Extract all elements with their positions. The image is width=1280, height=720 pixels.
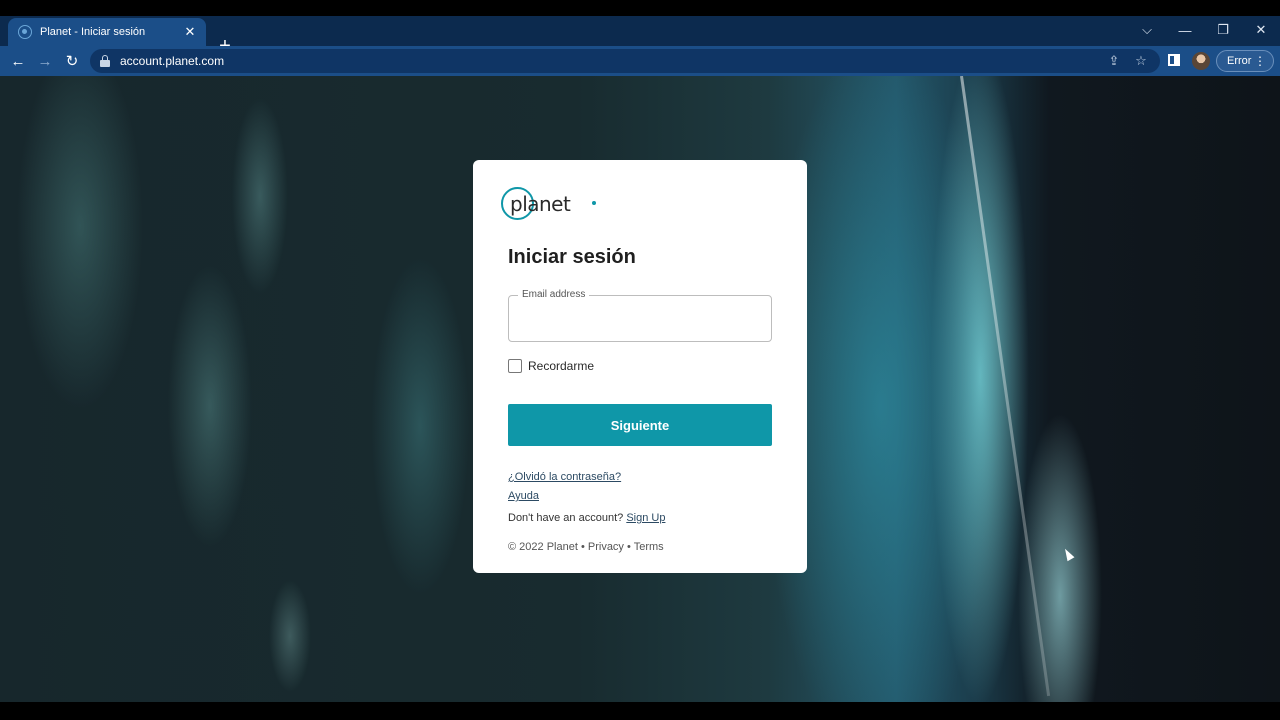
reload-button[interactable]: ↻ xyxy=(61,50,83,72)
tab-planet[interactable]: Planet - Iniciar sesión ✕ xyxy=(8,18,206,46)
lock-icon[interactable] xyxy=(100,55,110,67)
page-title: Iniciar sesión xyxy=(508,246,636,268)
help-link[interactable]: Ayuda xyxy=(508,490,539,502)
login-card: planet Iniciar sesión Email address Reco… xyxy=(473,160,807,573)
planet-logo: planet xyxy=(501,187,596,221)
close-window-button[interactable]: ✕ xyxy=(1242,16,1280,44)
minimize-button[interactable]: — xyxy=(1166,16,1204,44)
share-icon[interactable]: ⇪ xyxy=(1106,53,1122,69)
forgot-password-link[interactable]: ¿Olvidó la contraseña? xyxy=(508,471,621,483)
next-button[interactable]: Siguiente xyxy=(508,404,772,446)
email-label: Email address xyxy=(518,289,590,300)
address-bar[interactable]: account.planet.com ⇪ ☆ xyxy=(90,49,1160,73)
tab-title: Planet - Iniciar sesión xyxy=(40,26,146,38)
signup-prompt: Don't have an account? Sign Up xyxy=(508,512,665,524)
card-footer: © 2022 Planet • Privacy • Terms xyxy=(508,541,664,553)
signup-link[interactable]: Sign Up xyxy=(626,512,665,524)
bookmark-star-icon[interactable]: ☆ xyxy=(1133,53,1149,69)
logo-dot-icon xyxy=(592,201,596,205)
footer-separator: • xyxy=(580,541,585,553)
restore-button[interactable]: ❐ xyxy=(1204,16,1242,44)
remember-me[interactable]: Recordarme xyxy=(508,359,594,373)
planet-favicon-icon xyxy=(18,25,32,39)
profile-error-chip[interactable]: Error ⋮ xyxy=(1216,50,1274,72)
tab-search-chevron-icon[interactable]: ⌵ xyxy=(1128,16,1166,44)
copyright-text: © 2022 Planet xyxy=(508,541,578,553)
forward-button[interactable]: → xyxy=(34,50,56,72)
tab-strip: Planet - Iniciar sesión ✕ + xyxy=(0,16,1280,56)
profile-error-label: Error xyxy=(1227,55,1252,67)
privacy-link[interactable]: Privacy xyxy=(588,541,624,553)
letterbox-top xyxy=(0,0,1280,16)
email-input[interactable] xyxy=(521,310,759,332)
logo-text: planet xyxy=(510,192,571,216)
profile-avatar[interactable] xyxy=(1192,52,1210,70)
email-field[interactable]: Email address xyxy=(508,289,772,342)
reef-shoreline xyxy=(960,76,1051,697)
url-text: account.planet.com xyxy=(120,54,225,68)
terms-link[interactable]: Terms xyxy=(634,541,664,553)
remember-label: Recordarme xyxy=(528,359,595,373)
footer-separator: • xyxy=(627,541,631,553)
letterbox-bottom xyxy=(0,702,1280,720)
remember-checkbox[interactable] xyxy=(508,359,522,373)
browser-toolbar: ← → ↻ account.planet.com ⇪ ☆ Error ⋮ xyxy=(0,46,1280,76)
back-button[interactable]: ← xyxy=(7,50,29,72)
browser-menu-icon[interactable]: ⋮ xyxy=(1254,54,1266,68)
close-tab-icon[interactable]: ✕ xyxy=(182,24,198,40)
no-account-text: Don't have an account? xyxy=(508,512,624,524)
side-panel-icon[interactable] xyxy=(1168,54,1180,66)
